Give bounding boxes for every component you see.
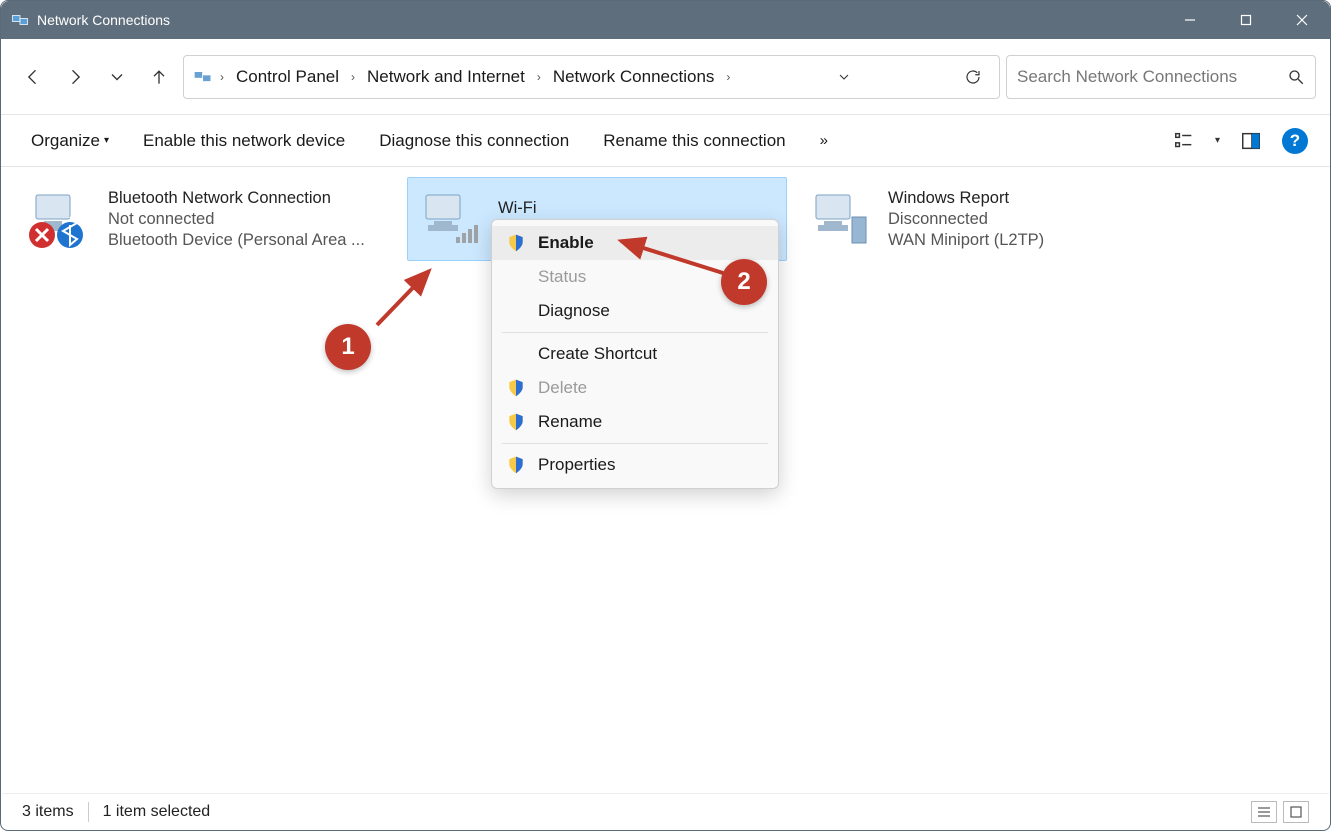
forward-button[interactable] (57, 59, 93, 95)
up-button[interactable] (141, 59, 177, 95)
address-icon (192, 66, 214, 88)
address-bar[interactable]: › Control Panel › Network and Internet ›… (183, 55, 1000, 99)
shield-icon (506, 233, 526, 253)
ctx-properties[interactable]: Properties (492, 448, 778, 482)
connection-name: Bluetooth Network Connection (108, 189, 365, 208)
breadcrumb-item[interactable]: Network and Internet (361, 63, 531, 91)
annotation-badge-1: 1 (325, 324, 371, 370)
separator (502, 332, 768, 333)
enable-device-button[interactable]: Enable this network device (135, 127, 353, 155)
breadcrumb-item[interactable]: Network Connections (547, 63, 721, 91)
ctx-label: Rename (538, 412, 602, 432)
rename-connection-button[interactable]: Rename this connection (595, 127, 793, 155)
connection-item-bluetooth[interactable]: Bluetooth Network Connection Not connect… (17, 177, 397, 261)
view-large-button[interactable] (1283, 801, 1309, 823)
annotation-arrow-2 (611, 231, 731, 281)
help-button[interactable]: ? (1282, 128, 1308, 154)
ctx-rename[interactable]: Rename (492, 405, 778, 439)
app-icon (11, 11, 29, 29)
command-bar: Organize▾ Enable this network device Dia… (1, 115, 1330, 167)
chevron-right-icon: › (535, 70, 543, 84)
status-item-count: 3 items (22, 803, 74, 821)
annotation-arrow-1 (371, 261, 441, 331)
recent-button[interactable] (99, 59, 135, 95)
chevron-right-icon: › (218, 70, 226, 84)
overflow-button[interactable]: » (812, 128, 836, 153)
chevron-right-icon: › (724, 70, 732, 84)
chevron-right-icon: › (349, 70, 357, 84)
status-selected-count: 1 item selected (103, 803, 211, 821)
shield-icon (506, 378, 526, 398)
bluetooth-connection-icon (24, 187, 96, 251)
nav-row: › Control Panel › Network and Internet ›… (1, 39, 1330, 115)
chevron-down-icon: ▾ (1215, 135, 1220, 146)
address-history-dropdown[interactable] (826, 59, 862, 95)
shield-icon (506, 412, 526, 432)
view-options-button[interactable] (1167, 124, 1201, 158)
ctx-label: Create Shortcut (538, 344, 657, 364)
diagnose-connection-button[interactable]: Diagnose this connection (371, 127, 577, 155)
connection-device: Bluetooth Device (Personal Area ... (108, 231, 365, 250)
search-icon[interactable] (1287, 68, 1305, 86)
refresh-button[interactable] (955, 59, 991, 95)
window-title: Network Connections (37, 12, 170, 28)
ctx-create-shortcut[interactable]: Create Shortcut (492, 337, 778, 371)
connection-device: WAN Miniport (L2TP) (888, 231, 1044, 250)
window-titlebar: Network Connections (1, 1, 1330, 39)
shield-icon (506, 455, 526, 475)
connection-name: Wi-Fi (498, 199, 562, 218)
connection-status: Disconnected (888, 210, 1044, 229)
search-box[interactable] (1006, 55, 1316, 99)
back-button[interactable] (15, 59, 51, 95)
ctx-label: Status (538, 267, 586, 287)
breadcrumb-item[interactable]: Control Panel (230, 63, 345, 91)
ctx-delete: Delete (492, 371, 778, 405)
separator (88, 802, 89, 822)
ctx-label: Diagnose (538, 301, 610, 321)
wifi-connection-icon (414, 187, 486, 251)
vpn-connection-icon (804, 187, 876, 251)
chevron-down-icon: ▾ (104, 135, 109, 146)
minimize-button[interactable] (1162, 1, 1218, 39)
ctx-label: Enable (538, 233, 594, 253)
annotation-badge-2: 2 (721, 259, 767, 305)
preview-pane-button[interactable] (1234, 124, 1268, 158)
connection-item-vpn[interactable]: Windows Report Disconnected WAN Miniport… (797, 177, 1157, 261)
ctx-label: Properties (538, 455, 615, 475)
status-bar: 3 items 1 item selected (2, 793, 1329, 829)
separator (502, 443, 768, 444)
connection-status: Not connected (108, 210, 365, 229)
view-details-button[interactable] (1251, 801, 1277, 823)
connection-name: Windows Report (888, 189, 1044, 208)
close-button[interactable] (1274, 1, 1330, 39)
search-input[interactable] (1017, 67, 1287, 87)
organize-menu[interactable]: Organize▾ (23, 127, 117, 155)
ctx-label: Delete (538, 378, 587, 398)
maximize-button[interactable] (1218, 1, 1274, 39)
